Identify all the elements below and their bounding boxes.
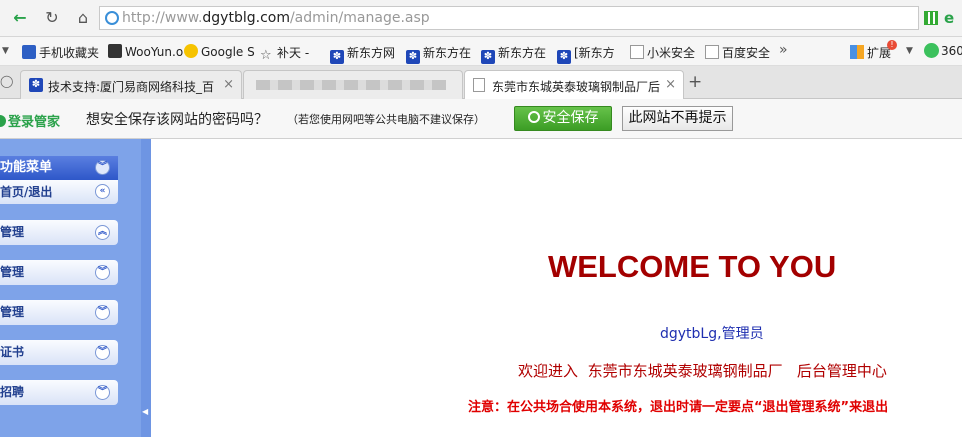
chevron-down-icon[interactable]: ︾	[95, 345, 110, 360]
globe-icon	[105, 11, 119, 25]
chevron-left-icon[interactable]: «	[95, 184, 110, 199]
tab-scroll-left-icon[interactable]: ◯	[0, 74, 13, 88]
wooyun-icon	[108, 44, 122, 58]
welcome-heading: WELCOME TO YOU	[548, 249, 837, 284]
tab-close-icon[interactable]: ×	[223, 77, 234, 92]
password-note: （若您使用网吧等公共电脑不建议保存）	[287, 113, 485, 126]
url-text: http://www.dgytblg.com/admin/manage.asp	[122, 10, 430, 26]
sidebar-item-manage-1[interactable]: 管理 ︽	[0, 220, 118, 245]
tab-active-company[interactable]: 东莞市东城英泰玻璃钢制品厂后 ×	[464, 70, 684, 100]
chevron-down-icon[interactable]: ︾	[95, 160, 110, 175]
user-line: dgytbLg,管理员	[660, 323, 764, 343]
chevron-down-icon[interactable]: ︾	[95, 305, 110, 320]
paw-icon: ✽	[406, 50, 420, 64]
sidebar-header[interactable]: 功能菜单 ︾	[0, 156, 118, 180]
ie-mode-icon[interactable]: e	[944, 9, 954, 27]
reload-icon[interactable]: ↻	[42, 8, 62, 28]
bookmark-item[interactable]: ✽ 新东方网	[330, 44, 395, 64]
password-save-bar: 登录管家 想安全保存该网站的密码吗？ （若您使用网吧等公共电脑不建议保存） 安全…	[0, 99, 962, 139]
paw-icon: ✽	[481, 50, 495, 64]
new-tab-button[interactable]: +	[688, 72, 702, 92]
sidebar: 功能菜单 ︾ 首页/退出 « 管理 ︽ 管理 ︾ 管理 ︾ 证书 ︾ 招聘 ︾ …	[0, 139, 151, 437]
star-icon: ☆	[260, 48, 272, 63]
address-bar-row: ← ↻ ⌂ http://www.dgytblg.com/admin/manag…	[0, 0, 962, 37]
bookmarks-more-icon[interactable]: »	[779, 42, 788, 58]
extensions-badge: !	[887, 40, 897, 50]
chevron-up-icon[interactable]: ︽	[95, 225, 110, 240]
company-name: 东莞市东城英泰玻璃钢制品厂	[587, 362, 783, 380]
tab-blurred[interactable]	[243, 70, 463, 99]
blurred-tab-title	[256, 80, 446, 90]
sidebar-item-manage-3[interactable]: 管理 ︾	[0, 300, 118, 325]
sidebar-item-manage-2[interactable]: 管理 ︾	[0, 260, 118, 285]
extensions-button[interactable]: 扩展	[850, 44, 891, 61]
password-question: 想安全保存该网站的密码吗？	[86, 112, 268, 128]
home-icon[interactable]: ⌂	[73, 8, 93, 28]
paw-icon: ✽	[330, 50, 344, 64]
ext-360-button[interactable]: 360	[924, 43, 962, 58]
bookmark-item[interactable]: WooYun.o	[108, 44, 183, 59]
tab-support[interactable]: ✽ 技术支持:厦门易商网络科技_百 ×	[20, 70, 242, 99]
user-name: dgytbLg	[660, 326, 718, 342]
key-icon	[527, 111, 540, 123]
extensions-grid-icon	[850, 45, 864, 59]
bookmark-item[interactable]: 百度安全	[705, 44, 770, 61]
sidebar-item-home-logout[interactable]: 首页/退出 «	[0, 180, 118, 204]
logout-notice: 注意：在公共场合使用本系统，退出时请一定要点“退出管理系统”来退出	[468, 400, 889, 415]
safe-save-button[interactable]: 安全保存	[514, 106, 612, 131]
back-arrow-icon[interactable]: ←	[10, 8, 30, 28]
never-prompt-button[interactable]: 此网站不再提示	[622, 106, 733, 131]
bookmark-item[interactable]: ✽ 新东方在	[406, 44, 471, 64]
user-role: ,管理员	[717, 326, 764, 342]
google-icon	[184, 44, 198, 58]
bookmark-item[interactable]: Google S	[184, 44, 255, 59]
login-manager-logo: 登录管家	[0, 111, 60, 130]
chevron-down-icon[interactable]: ︾	[95, 385, 110, 400]
phone-icon	[22, 45, 36, 59]
collapse-arrow-icon[interactable]: ◀	[142, 407, 148, 416]
bookmarks-dropdown-icon[interactable]: ▼	[2, 46, 9, 56]
login-manager-icon	[0, 115, 6, 127]
sidebar-collapse-strip[interactable]: ◀	[141, 139, 151, 437]
main-content: WELCOME TO YOU dgytbLg,管理员 欢迎进入 东莞市东城英泰玻…	[151, 139, 962, 437]
chevron-down-icon[interactable]: ︾	[95, 265, 110, 280]
paw-icon: ✽	[29, 78, 43, 92]
qr-code-icon[interactable]	[924, 11, 938, 25]
enter-line: 欢迎进入 东莞市东城英泰玻璃钢制品厂 后台管理中心	[518, 362, 887, 380]
paw-icon: ✽	[557, 50, 571, 64]
bookmark-item[interactable]: ✽ [新东方	[557, 44, 615, 64]
url-input[interactable]: http://www.dgytblg.com/admin/manage.asp	[99, 6, 919, 30]
page-icon	[473, 78, 485, 92]
bookmark-item[interactable]: ☆ 补天 -	[260, 44, 309, 63]
bookmark-item[interactable]: ✽ 新东方在	[481, 44, 546, 64]
bookmark-item[interactable]: 手机收藏夹	[22, 44, 99, 61]
page-icon	[630, 45, 644, 59]
sidebar-item-recruit[interactable]: 招聘 ︾	[0, 380, 118, 405]
smiley-icon	[924, 43, 939, 58]
sidebar-item-certificate[interactable]: 证书 ︾	[0, 340, 118, 365]
tab-close-icon[interactable]: ×	[665, 77, 676, 92]
page-icon	[705, 45, 719, 59]
extensions-dropdown-icon[interactable]: ▼	[906, 46, 913, 56]
bookmark-item[interactable]: 小米安全	[630, 44, 695, 61]
